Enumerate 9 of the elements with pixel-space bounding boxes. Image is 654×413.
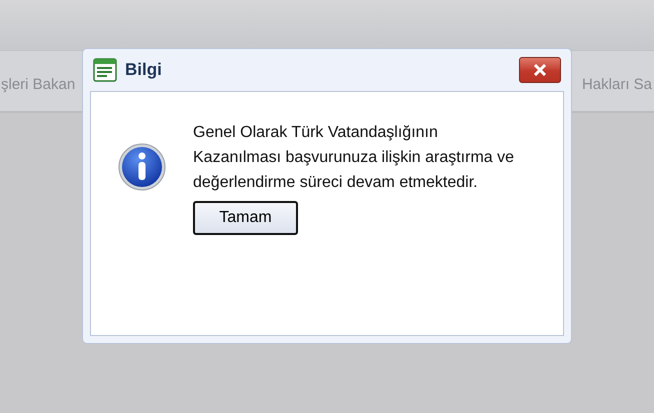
tab-label[interactable]: şleri Bakan [1, 70, 76, 92]
close-button[interactable] [519, 57, 561, 83]
info-icon [117, 142, 167, 192]
window-title: Bilgi [125, 60, 163, 80]
close-icon [533, 64, 547, 76]
window-icon [93, 58, 117, 82]
tab-label[interactable]: Hakları Sa [582, 70, 652, 92]
message-text: Genel Olarak Türk Vatandaşlığının Kazanılması başvurunuza ilişkin araştırma ve değerlendirme süreci devam etmektedir. [193, 123, 516, 193]
ok-button[interactable]: Tamam [193, 201, 298, 235]
